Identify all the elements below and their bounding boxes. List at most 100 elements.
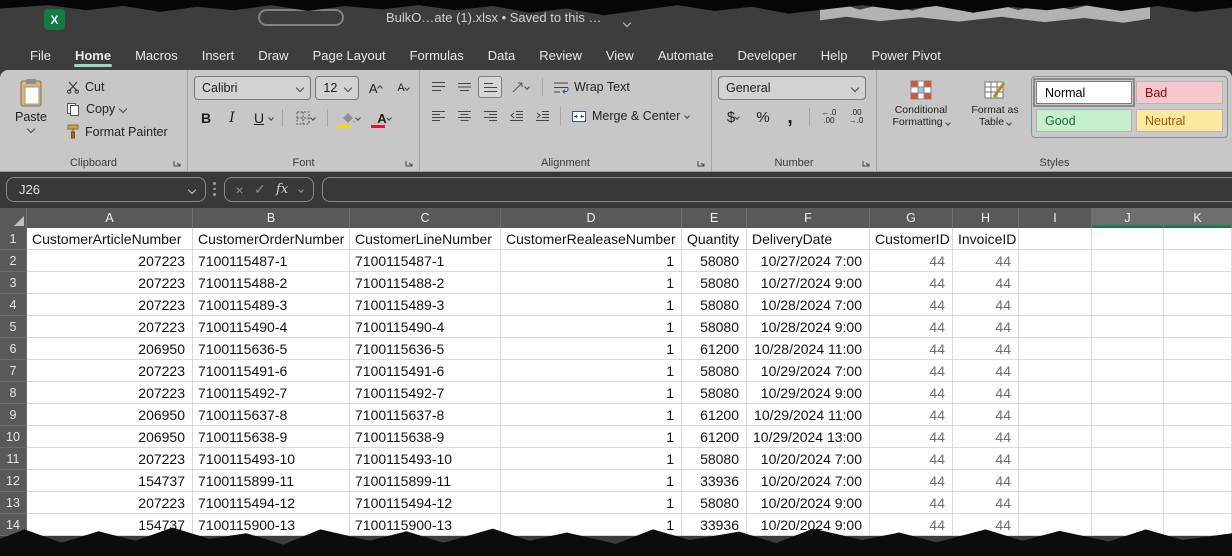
cell-J10[interactable] — [1092, 426, 1164, 448]
cell-E6[interactable]: 61200 — [682, 338, 747, 360]
accounting-format-button[interactable]: $ — [718, 106, 748, 128]
insert-function-button[interactable]: fx — [276, 182, 288, 197]
column-header-D[interactable]: D — [501, 208, 682, 228]
cell-D1[interactable]: CustomerRealeaseNumber — [501, 228, 682, 250]
cell-E11[interactable]: 58080 — [682, 448, 747, 470]
font-size-combo[interactable]: 12 — [315, 76, 359, 100]
style-chip-normal[interactable]: Normal — [1036, 81, 1132, 104]
cell-B5[interactable]: 7100115490-4 — [193, 316, 350, 338]
cell-C14[interactable]: 7100115900-13 — [350, 514, 501, 536]
cell-E9[interactable]: 61200 — [682, 404, 747, 426]
cell-D3[interactable]: 1 — [501, 272, 682, 294]
row-header-10[interactable]: 10 — [0, 426, 27, 448]
column-header-B[interactable]: B — [193, 208, 350, 228]
cell-J4[interactable] — [1092, 294, 1164, 316]
number-format-combo[interactable]: General — [718, 76, 866, 100]
cell-C4[interactable]: 7100115489-3 — [350, 294, 501, 316]
row-header-3[interactable]: 3 — [0, 272, 27, 294]
cell-A5[interactable]: 207223 — [27, 316, 193, 338]
top-align-button[interactable] — [426, 76, 450, 98]
excel-app-icon[interactable]: X — [44, 9, 65, 30]
cell-B1[interactable]: CustomerOrderNumber — [193, 228, 350, 250]
cell-A9[interactable]: 206950 — [27, 404, 193, 426]
autosave-toggle-fragment[interactable] — [258, 9, 344, 26]
cell-I1[interactable] — [1019, 228, 1092, 250]
cell-B9[interactable]: 7100115637-8 — [193, 404, 350, 426]
row-header-6[interactable]: 6 — [0, 338, 27, 360]
cell-A11[interactable]: 207223 — [27, 448, 193, 470]
cell-A7[interactable]: 207223 — [27, 360, 193, 382]
cell-G2[interactable]: 44 — [870, 250, 953, 272]
increase-indent-button[interactable] — [530, 105, 554, 127]
decrease-decimal-button[interactable]: .00→.0 — [844, 106, 868, 128]
column-header-J[interactable]: J — [1092, 208, 1164, 228]
cell-B6[interactable]: 7100115636-5 — [193, 338, 350, 360]
cell-F2[interactable]: 10/27/2024 7:00 — [747, 250, 870, 272]
cell-I8[interactable] — [1019, 382, 1092, 404]
number-dialog-launcher[interactable] — [861, 158, 871, 168]
cell-E13[interactable]: 58080 — [682, 492, 747, 514]
cell-C2[interactable]: 7100115487-1 — [350, 250, 501, 272]
cell-K5[interactable] — [1164, 316, 1232, 338]
style-chip-good[interactable]: Good — [1036, 109, 1132, 132]
cell-A6[interactable]: 206950 — [27, 338, 193, 360]
tab-draw[interactable]: Draw — [246, 40, 300, 70]
cell-E10[interactable]: 61200 — [682, 426, 747, 448]
percent-style-button[interactable]: % — [751, 106, 775, 128]
cell-F1[interactable]: DeliveryDate — [747, 228, 870, 250]
fill-color-button[interactable] — [334, 107, 366, 129]
cell-K14[interactable] — [1164, 514, 1232, 536]
paste-button[interactable]: Paste — [6, 76, 56, 153]
cell-G14[interactable]: 44 — [870, 514, 953, 536]
cell-G13[interactable]: 44 — [870, 492, 953, 514]
column-header-A[interactable]: A — [27, 208, 193, 228]
cell-E2[interactable]: 58080 — [682, 250, 747, 272]
cell-E12[interactable]: 33936 — [682, 470, 747, 492]
increase-font-size-button[interactable]: A — [363, 77, 387, 99]
row-header-9[interactable]: 9 — [0, 404, 27, 426]
decrease-indent-button[interactable] — [504, 105, 528, 127]
cell-B4[interactable]: 7100115489-3 — [193, 294, 350, 316]
cell-I3[interactable] — [1019, 272, 1092, 294]
cell-J3[interactable] — [1092, 272, 1164, 294]
cell-D12[interactable]: 1 — [501, 470, 682, 492]
cell-D4[interactable]: 1 — [501, 294, 682, 316]
cell-B11[interactable]: 7100115493-10 — [193, 448, 350, 470]
underline-button[interactable]: U — [246, 107, 276, 129]
cell-G6[interactable]: 44 — [870, 338, 953, 360]
cell-I9[interactable] — [1019, 404, 1092, 426]
cell-D6[interactable]: 1 — [501, 338, 682, 360]
cell-A8[interactable]: 207223 — [27, 382, 193, 404]
cell-F10[interactable]: 10/29/2024 13:00 — [747, 426, 870, 448]
cell-F5[interactable]: 10/28/2024 9:00 — [747, 316, 870, 338]
row-header-12[interactable]: 12 — [0, 470, 27, 492]
alignment-dialog-launcher[interactable] — [696, 158, 706, 168]
cell-E5[interactable]: 58080 — [682, 316, 747, 338]
row-header-5[interactable]: 5 — [0, 316, 27, 338]
formula-input[interactable] — [322, 177, 1232, 202]
font-color-button[interactable]: A — [368, 107, 400, 129]
tab-help[interactable]: Help — [809, 40, 860, 70]
tab-data[interactable]: Data — [476, 40, 527, 70]
cell-B12[interactable]: 7100115899-11 — [193, 470, 350, 492]
comma-style-button[interactable]: , — [778, 106, 802, 128]
cell-G3[interactable]: 44 — [870, 272, 953, 294]
column-header-C[interactable]: C — [350, 208, 501, 228]
bold-button[interactable]: B — [194, 107, 218, 129]
cell-J6[interactable] — [1092, 338, 1164, 360]
cell-A3[interactable]: 207223 — [27, 272, 193, 294]
cell-K9[interactable] — [1164, 404, 1232, 426]
tab-view[interactable]: View — [594, 40, 646, 70]
cell-A2[interactable]: 207223 — [27, 250, 193, 272]
tab-power-pivot[interactable]: Power Pivot — [859, 40, 952, 70]
decrease-font-size-button[interactable]: A — [391, 77, 415, 99]
cell-D5[interactable]: 1 — [501, 316, 682, 338]
cell-K6[interactable] — [1164, 338, 1232, 360]
cell-H11[interactable]: 44 — [953, 448, 1019, 470]
cell-D9[interactable]: 1 — [501, 404, 682, 426]
cell-J13[interactable] — [1092, 492, 1164, 514]
copy-button[interactable]: Copy — [62, 100, 172, 118]
cell-A13[interactable]: 207223 — [27, 492, 193, 514]
tab-automate[interactable]: Automate — [646, 40, 726, 70]
cell-H3[interactable]: 44 — [953, 272, 1019, 294]
